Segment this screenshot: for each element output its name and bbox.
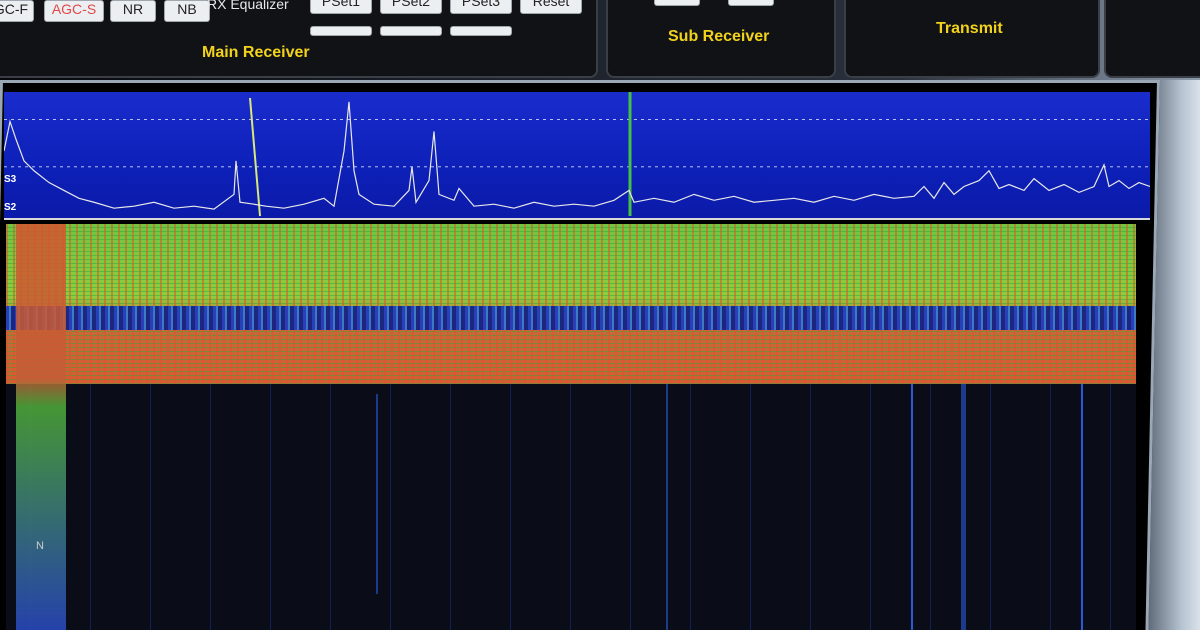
- waterfall-signal-streak: [376, 394, 378, 594]
- agc-s-button[interactable]: AGC-S: [44, 0, 104, 22]
- rx-equalizer-label: RX Equalizer: [207, 0, 289, 12]
- pset1-button[interactable]: PSet1: [310, 0, 372, 14]
- preset-slot-2[interactable]: [380, 26, 442, 36]
- sub-receiver-title: Sub Receiver: [668, 28, 770, 45]
- spectrum-display[interactable]: S3 S2: [4, 92, 1150, 220]
- waterfall-noise-band: [6, 224, 1136, 384]
- s3-label: S3: [4, 174, 17, 185]
- nb-button[interactable]: NB: [164, 0, 210, 22]
- spectrum-trace: [4, 92, 1150, 217]
- sub-rx-button-2[interactable]: [728, 0, 774, 6]
- waterfall-signal-streak: [911, 384, 913, 630]
- waterfall-marker: N: [36, 540, 44, 552]
- waterfall-signal-streak: [666, 384, 668, 630]
- nr-button[interactable]: NR: [110, 0, 156, 22]
- sub-rx-button-1[interactable]: [654, 0, 700, 6]
- main-receiver-panel: GC-F AGC-S NR NB RX Equalizer PSet1 PSet…: [0, 0, 598, 78]
- preset-slot-3[interactable]: [450, 26, 512, 36]
- waterfall-display[interactable]: [6, 224, 1136, 630]
- waterfall-quiet-area: [6, 384, 1136, 630]
- transmit-title: Transmit: [936, 20, 1003, 37]
- main-receiver-title: Main Receiver: [202, 44, 310, 61]
- waterfall-left-edge: [16, 224, 66, 630]
- sub-receiver-panel: Sub Receiver: [606, 0, 836, 78]
- waterfall-signal-streak: [1081, 384, 1083, 630]
- preset-slot-1[interactable]: [310, 26, 372, 36]
- extra-panel: [1104, 0, 1200, 78]
- agc-f-button[interactable]: GC-F: [0, 0, 34, 22]
- waterfall-blue-band: [6, 306, 1136, 330]
- waterfall-signal-streak: [961, 384, 966, 630]
- pset2-button[interactable]: PSet2: [380, 0, 442, 14]
- s2-label: S2: [4, 202, 17, 213]
- reset-button[interactable]: Reset: [520, 0, 582, 14]
- transmit-panel: Transmit: [844, 0, 1100, 78]
- pset3-button[interactable]: PSet3: [450, 0, 512, 14]
